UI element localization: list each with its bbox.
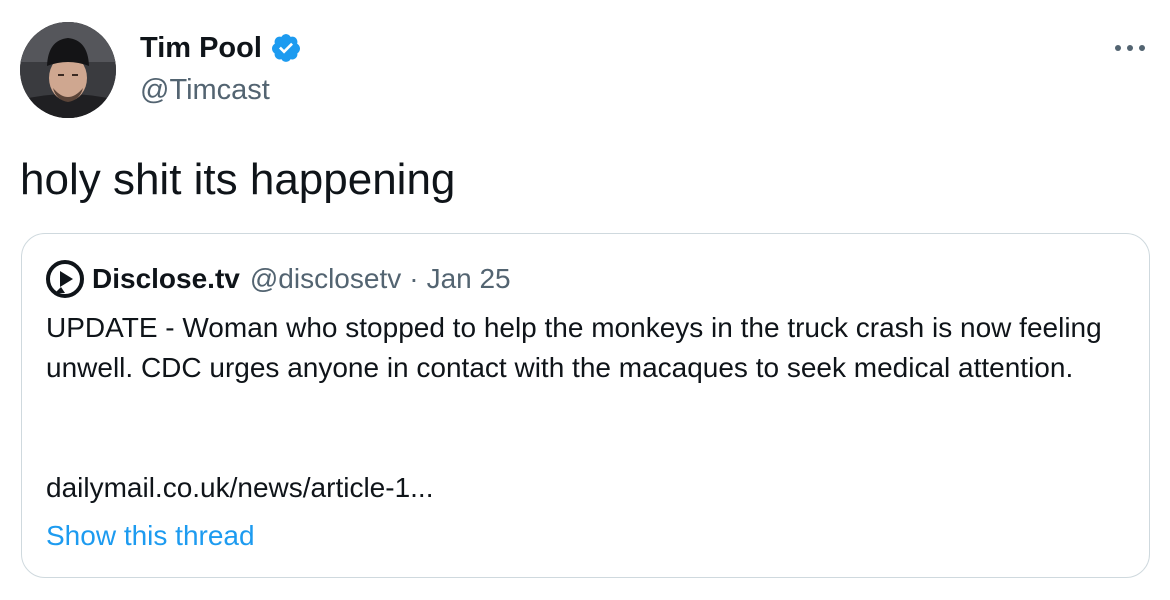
ellipsis-icon[interactable]: [1110, 34, 1150, 62]
quoted-tweet-link[interactable]: dailymail.co.uk/news/article-1...: [46, 468, 433, 508]
tweet: Tim Pool @Timcast holy shit its happenin…: [0, 0, 1170, 600]
author-avatar[interactable]: [20, 22, 116, 118]
profile-photo-icon: [20, 22, 116, 118]
quoted-tweet-date[interactable]: Jan 25: [427, 261, 511, 297]
tweet-text: holy shit its happening: [20, 155, 456, 204]
quoted-tweet-card[interactable]: Disclose.tv @disclosetv · Jan 25 UPDATE …: [21, 233, 1150, 578]
quoted-author-handle[interactable]: @disclosetv: [250, 261, 401, 297]
verified-badge-icon: [270, 32, 302, 64]
author-handle[interactable]: @Timcast: [140, 72, 270, 108]
disclose-tv-logo-icon[interactable]: [46, 260, 84, 298]
show-thread-link[interactable]: Show this thread: [46, 516, 255, 556]
author-name[interactable]: Tim Pool: [140, 30, 302, 66]
quoted-author-name[interactable]: Disclose.tv: [92, 261, 240, 297]
header-separator: ·: [409, 263, 419, 294]
quoted-tweet-header: Disclose.tv @disclosetv · Jan 25: [46, 260, 511, 298]
quoted-tweet-body: UPDATE - Woman who stopped to help the m…: [46, 308, 1131, 388]
author-name-text[interactable]: Tim Pool: [140, 30, 262, 66]
quoted-tweet-text: UPDATE - Woman who stopped to help the m…: [46, 312, 1102, 383]
